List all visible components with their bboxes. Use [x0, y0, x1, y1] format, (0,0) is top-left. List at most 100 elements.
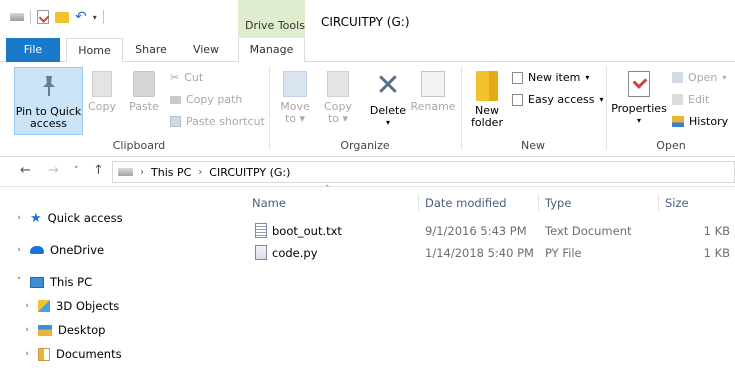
paste-shortcut-icon [170, 116, 181, 127]
nav-item-quick-access[interactable]: › ★ Quick access [14, 209, 122, 227]
window-title: CIRCUITPY (G:) [321, 15, 410, 29]
easy-access-button[interactable]: Easy access ▾ [512, 93, 604, 106]
new-group-label: New [521, 139, 545, 152]
move-to-label-line2: to [284, 112, 296, 125]
rename-label: Rename [410, 100, 456, 113]
move-to-icon [283, 71, 307, 97]
scissors-icon: ✂ [170, 71, 180, 84]
back-arrow-icon[interactable]: ← [20, 163, 31, 178]
tab-manage[interactable]: Manage [238, 38, 305, 62]
drive-tools-context-header: Drive Tools [238, 0, 305, 38]
easy-access-dropdown-icon: ▾ [599, 95, 604, 104]
pin-to-quick-access-button[interactable]: Pin to Quick access [14, 67, 83, 135]
nav-item-this-pc[interactable]: ˅ This PC [14, 273, 92, 291]
new-folder-button[interactable]: New folder [467, 71, 507, 129]
column-divider[interactable] [418, 194, 419, 212]
column-header-date-modified[interactable]: Date modified [425, 196, 507, 210]
ribbon-tabs: File Home Share View Manage [0, 38, 735, 63]
file-name: boot_out.txt [272, 224, 342, 238]
properties-dropdown-icon: ▾ [636, 116, 641, 125]
breadcrumb-this-pc[interactable]: This PC [151, 166, 191, 179]
navigation-bar: ← → ˅ ↑ › This PC › CIRCUITPY (G:) [0, 157, 735, 187]
copy-to-button[interactable]: Copy to ▾ [321, 71, 355, 125]
tab-share[interactable]: Share [128, 38, 174, 62]
tab-view[interactable]: View [182, 38, 230, 62]
nav-item-desktop[interactable]: › Desktop [22, 321, 105, 339]
up-arrow-icon[interactable]: ↑ [93, 163, 104, 178]
cut-label: Cut [184, 71, 204, 84]
customize-toolbar-icon[interactable]: ▾ [93, 13, 97, 22]
column-divider[interactable] [658, 194, 659, 212]
group-divider [461, 66, 462, 150]
nav-item-label: 3D Objects [56, 299, 120, 313]
paste-shortcut-button[interactable]: Paste shortcut [170, 115, 265, 128]
toolbar-divider [102, 10, 104, 24]
column-header-type[interactable]: Type [545, 196, 571, 210]
copy-path-button[interactable]: Copy path [170, 93, 242, 106]
copy-path-label: Copy path [186, 93, 243, 106]
table-row[interactable]: code.py 1/14/2018 5:40 PM PY File 1 KB [245, 243, 735, 265]
drive-icon [118, 168, 133, 176]
breadcrumb-separator-icon[interactable]: › [198, 167, 202, 178]
properties-qat-icon[interactable] [37, 10, 49, 24]
nav-item-label: OneDrive [50, 243, 105, 257]
nav-item-documents[interactable]: › Documents [22, 345, 121, 363]
quick-access-toolbar: ↶ ▾ [10, 10, 104, 24]
history-button[interactable]: History [672, 115, 728, 128]
open-group-label: Open [656, 139, 686, 152]
copy-path-icon [170, 95, 181, 104]
open-button[interactable]: Open ▾ [672, 71, 726, 84]
breadcrumb-circuitpy[interactable]: CIRCUITPY (G:) [209, 166, 290, 179]
desktop-folder-icon [38, 324, 52, 336]
collapse-chevron-icon[interactable]: ˅ [14, 277, 24, 287]
cut-button[interactable]: ✂ Cut [170, 71, 203, 84]
expand-chevron-icon[interactable]: › [22, 349, 32, 359]
breadcrumb-separator-icon[interactable]: › [140, 167, 144, 178]
nav-item-onedrive[interactable]: › OneDrive [14, 241, 104, 259]
tab-file[interactable]: File [6, 38, 60, 62]
new-item-button[interactable]: New item ▾ [512, 71, 589, 84]
properties-button[interactable]: Properties ▾ [611, 71, 667, 127]
paste-label: Paste [129, 100, 159, 113]
expand-chevron-icon[interactable]: › [22, 325, 32, 335]
clipboard-group-label: Clipboard [112, 139, 166, 152]
navigation-pane: › ★ Quick access › OneDrive ˅ This PC › … [0, 187, 245, 368]
file-date: 9/1/2016 5:43 PM [425, 224, 527, 238]
new-folder-label-line2: folder [471, 116, 503, 129]
file-name: code.py [272, 246, 318, 260]
address-bar[interactable]: › This PC › CIRCUITPY (G:) [112, 161, 735, 183]
expand-chevron-icon[interactable]: › [22, 301, 32, 311]
nav-item-3d-objects[interactable]: › 3D Objects [22, 297, 119, 315]
file-type: PY File [545, 246, 582, 260]
tab-home[interactable]: Home [66, 38, 123, 63]
undo-icon[interactable]: ↶ [75, 10, 87, 24]
delete-button[interactable]: ✕ Delete ▾ [366, 71, 410, 129]
sort-ascending-icon: ˄ [325, 185, 330, 195]
copy-icon [92, 71, 112, 97]
recent-locations-chevron-icon[interactable]: ˅ [74, 166, 79, 176]
expand-chevron-icon[interactable]: › [14, 213, 24, 223]
toolbar-divider [30, 10, 31, 24]
properties-label: Properties [611, 102, 667, 115]
expand-chevron-icon[interactable]: › [14, 245, 24, 255]
paste-button[interactable]: Paste [126, 71, 162, 113]
forward-arrow-icon[interactable]: → [48, 163, 59, 178]
file-date: 1/14/2018 5:40 PM [425, 246, 534, 260]
file-list: ˄ Name Date modified Type Size boot_out.… [245, 185, 735, 368]
column-header-size[interactable]: Size [665, 196, 689, 210]
ribbon: Pin to Quick access Copy Paste ✂ Cut Cop… [0, 62, 735, 157]
edit-button[interactable]: Edit [672, 93, 709, 106]
delete-dropdown-icon: ▾ [385, 118, 390, 127]
paste-shortcut-label: Paste shortcut [186, 115, 265, 128]
new-folder-qat-icon[interactable] [55, 11, 69, 23]
column-header-name[interactable]: Name [252, 196, 286, 210]
open-label: Open [688, 71, 718, 84]
rename-button[interactable]: Rename [409, 71, 457, 113]
table-row[interactable]: boot_out.txt 9/1/2016 5:43 PM Text Docum… [245, 221, 735, 243]
history-label: History [689, 115, 729, 128]
copy-to-label-line2: to [327, 112, 339, 125]
3d-objects-icon [38, 300, 50, 312]
copy-button[interactable]: Copy [87, 71, 117, 113]
move-to-button[interactable]: Move to ▾ [278, 71, 312, 125]
column-divider[interactable] [538, 194, 539, 212]
